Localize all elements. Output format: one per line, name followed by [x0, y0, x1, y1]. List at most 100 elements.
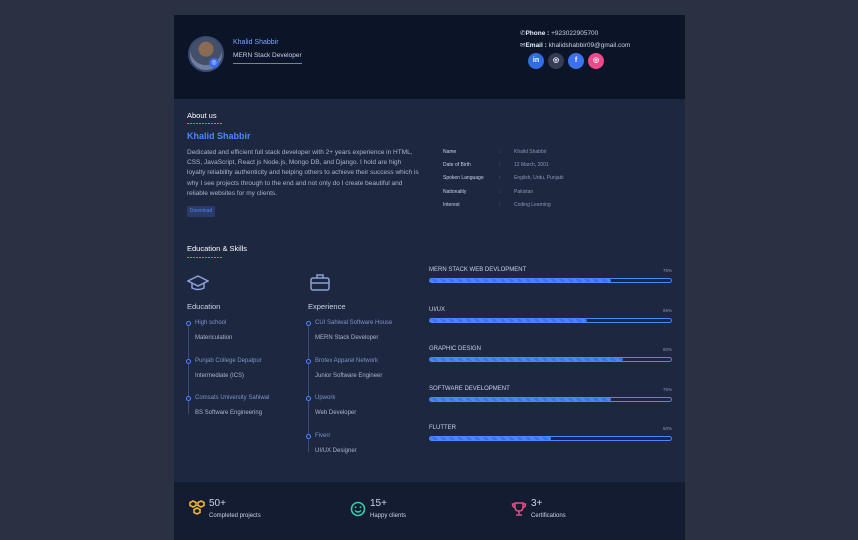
skill-percent: 80%	[662, 347, 672, 352]
stat-clients-number: 15+	[370, 498, 387, 509]
about-title: About us	[187, 111, 217, 120]
timeline-line	[308, 325, 309, 452]
personal-info: Name: Khalid Shabbir Date of Birth: 12 Marc…	[443, 145, 563, 211]
graduation-cap-icon	[187, 275, 209, 291]
stat-projects-label: Completed projects	[209, 513, 261, 519]
timeline-place: Punjab College Depalpur	[195, 357, 262, 364]
briefcase-icon	[310, 274, 330, 291]
about-name: Khalid Shabbir	[187, 131, 251, 141]
timeline-dot	[186, 358, 191, 364]
social-links: in ◎ f ◎	[528, 53, 604, 69]
phone-label: Phone :	[525, 30, 550, 37]
phone-value[interactable]: +923022905700	[551, 30, 598, 37]
timeline-place: Brotex Apparel Network	[315, 357, 379, 364]
header-role: MERN Stack Developer	[233, 52, 302, 64]
timeline-detail: UI/UX Designer	[315, 447, 357, 454]
timeline-place: Upwork	[315, 395, 336, 401]
info-key: Interest	[443, 201, 460, 208]
info-colon: :	[499, 201, 501, 208]
info-value: English, Urdu, Punjabi	[514, 175, 564, 182]
skill-percent: 75%	[662, 268, 672, 273]
info-value: Coding Learning	[514, 201, 551, 208]
about-description: Dedicated and efficient full stack devel…	[187, 149, 419, 197]
info-row: Spoken Language: English, Urdu, Punjabi	[443, 172, 563, 185]
header-divider	[174, 77, 685, 97]
skill-bar	[429, 357, 672, 362]
skill-label: UI/UX	[429, 306, 446, 313]
stat-projects-number: 50+	[209, 498, 226, 509]
info-colon: :	[499, 161, 501, 168]
edu-skills-title: Education & Skills	[187, 244, 248, 253]
skill-bar	[429, 317, 672, 323]
skill-percent: 65%	[662, 307, 672, 313]
skill-bar-fill	[430, 397, 611, 401]
skill-bar	[429, 396, 672, 402]
info-row: Interest: Coding Learning	[443, 198, 563, 211]
education-title: Education	[187, 302, 221, 311]
facebook-button[interactable]: f	[568, 53, 584, 69]
timeline-detail: Web Developer	[315, 410, 357, 416]
skill-bar-fill	[430, 279, 611, 282]
skill-label: MERN STACK WEB DEVLOPMENT	[429, 267, 527, 273]
avatar	[188, 36, 224, 72]
timeline-detail: BS Software Engineering	[195, 410, 263, 416]
timeline-place: High school	[195, 320, 227, 326]
stat-clients-label: Happy clients	[370, 513, 407, 519]
email-contact: ✉Email : khalidshabbir09@gmail.com	[520, 41, 630, 49]
timeline-dot	[306, 396, 311, 401]
skill-bar-fill	[430, 358, 623, 361]
github-button[interactable]: ◎	[548, 53, 564, 69]
edu-skills-underline	[187, 257, 223, 258]
info-key: Date of Birth	[443, 161, 471, 168]
experience-title: Experience	[308, 302, 346, 311]
hexagons-icon	[189, 500, 205, 515]
info-value: Pakistan	[514, 188, 534, 195]
skill-bar	[429, 436, 672, 441]
timeline-detail: Junior Software Engineer	[315, 372, 383, 379]
header-name: Khalid Shabbir	[233, 39, 279, 46]
info-colon: :	[499, 148, 501, 155]
about-underline	[187, 123, 223, 124]
timeline-place: Comsats University Sahiwal	[195, 395, 270, 401]
timeline-detail: MERN Stack Developer	[315, 335, 379, 341]
info-colon: :	[499, 175, 501, 182]
info-value: Khalid Shabbir	[514, 148, 547, 155]
linkedin-button[interactable]: in	[528, 53, 544, 69]
info-key: Nationality	[443, 188, 467, 195]
timeline-dot	[186, 321, 191, 326]
info-value: 12 March, 2001	[514, 161, 549, 168]
skill-percent: 50%	[662, 426, 672, 431]
instagram-button[interactable]: ◎	[588, 53, 604, 69]
timeline-dot	[306, 358, 311, 364]
phone-contact: ✆Phone : +923022905700	[520, 29, 598, 37]
skill-bar-fill	[430, 318, 587, 322]
timeline-place: Fiverr	[315, 432, 331, 439]
timeline-detail: Intermediate (ICS)	[195, 372, 245, 379]
skill-bar-fill	[430, 437, 551, 440]
info-row: Nationality: Pakistan	[443, 185, 563, 198]
skill-percent: 75%	[662, 386, 672, 392]
info-key: Spoken Language	[443, 175, 484, 182]
trophy-icon	[511, 502, 527, 516]
smiley-icon	[350, 501, 366, 517]
timeline-detail: Matericulation	[195, 335, 233, 341]
info-row: Name: Khalid Shabbir	[443, 145, 563, 158]
info-colon: :	[499, 188, 501, 195]
timeline-place: CUI Sahiwal Software House	[315, 320, 393, 326]
resume-page: ◎ Khalid Shabbir MERN Stack Developer ✆P…	[174, 15, 685, 540]
timeline-dot	[186, 396, 191, 401]
info-key: Name	[443, 148, 457, 155]
stat-certifications-number: 3+	[531, 498, 543, 509]
email-label: Email :	[525, 42, 547, 49]
timeline-dot	[306, 433, 311, 439]
email-value[interactable]: khalidshabbir09@gmail.com	[549, 42, 631, 49]
info-row: Date of Birth: 12 March, 2001	[443, 158, 563, 171]
stats-bar: 50+ Completed projects 15+ Happy clients…	[174, 482, 685, 540]
skill-label: SOFTWARE DEVELOPMENT	[429, 385, 510, 392]
avatar-badge-icon: ◎	[209, 58, 219, 68]
download-button[interactable]: Download	[187, 206, 215, 217]
skill-bar	[429, 278, 672, 283]
skill-label: FLUTTER	[429, 425, 456, 431]
timeline-dot	[306, 321, 311, 326]
stat-certifications-label: Certifications	[531, 513, 566, 519]
